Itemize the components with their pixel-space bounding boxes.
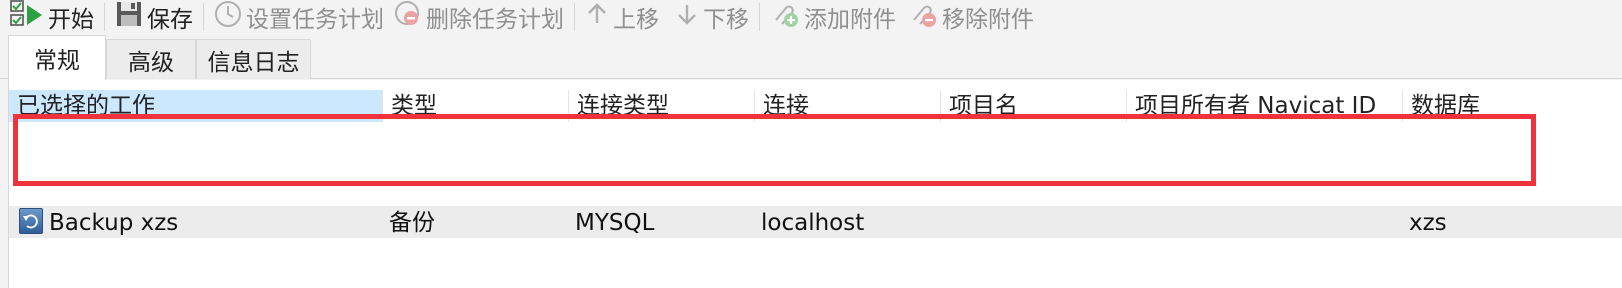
tab-advanced[interactable]: 高级: [106, 39, 196, 79]
cell-connection[interactable]: localhost: [761, 206, 864, 238]
tab-strip: 常规 高级 信息日志: [0, 34, 1622, 80]
remove-attachment-icon: [908, 0, 938, 34]
remove-attachment-button[interactable]: 移除附件: [908, 0, 1034, 34]
cell-connection-type[interactable]: MYSQL: [575, 206, 654, 238]
tab-label: 常规: [34, 48, 80, 74]
start-label: 开始: [48, 7, 94, 33]
delete-schedule-label: 删除任务计划: [426, 7, 564, 33]
toolbar: 开始 保存 设置任务计划 删除任务计划 上移 下移 添加附件 移除附件: [0, 0, 1622, 34]
add-attachment-icon: [770, 0, 800, 34]
toolbar-divider: [203, 3, 204, 31]
move-down-button[interactable]: 下移: [675, 0, 749, 34]
clock-icon: [214, 0, 242, 34]
delete-clock-icon: [394, 0, 422, 34]
toolbar-divider: [759, 3, 760, 31]
move-down-label: 下移: [703, 7, 749, 33]
highlight-annotation: [13, 114, 1536, 186]
add-attachment-label: 添加附件: [804, 7, 896, 33]
run-icon: [10, 0, 44, 35]
save-button[interactable]: 保存: [115, 0, 193, 34]
tab-label: 高级: [128, 49, 174, 76]
save-label: 保存: [147, 7, 193, 33]
arrow-up-icon: [585, 1, 609, 33]
cell-database[interactable]: xzs: [1409, 206, 1447, 238]
move-up-label: 上移: [613, 7, 659, 33]
tab-general[interactable]: 常规: [8, 35, 106, 80]
tab-label: 信息日志: [207, 49, 300, 76]
delete-schedule-button[interactable]: 删除任务计划: [394, 0, 564, 34]
tab-log[interactable]: 信息日志: [196, 39, 311, 79]
set-schedule-label: 设置任务计划: [246, 7, 384, 33]
cell-job-name[interactable]: Backup xzs: [49, 206, 178, 238]
start-button[interactable]: 开始: [10, 0, 94, 34]
move-up-button[interactable]: 上移: [585, 0, 659, 34]
set-schedule-button[interactable]: 设置任务计划: [214, 0, 384, 34]
toolbar-divider: [574, 3, 575, 31]
backup-job-icon: [19, 208, 43, 234]
remove-attachment-label: 移除附件: [942, 7, 1034, 33]
arrow-down-icon: [675, 1, 699, 33]
add-attachment-button[interactable]: 添加附件: [770, 0, 896, 34]
save-icon: [115, 0, 143, 34]
toolbar-divider: [104, 3, 105, 31]
cell-type[interactable]: 备份: [389, 206, 435, 238]
